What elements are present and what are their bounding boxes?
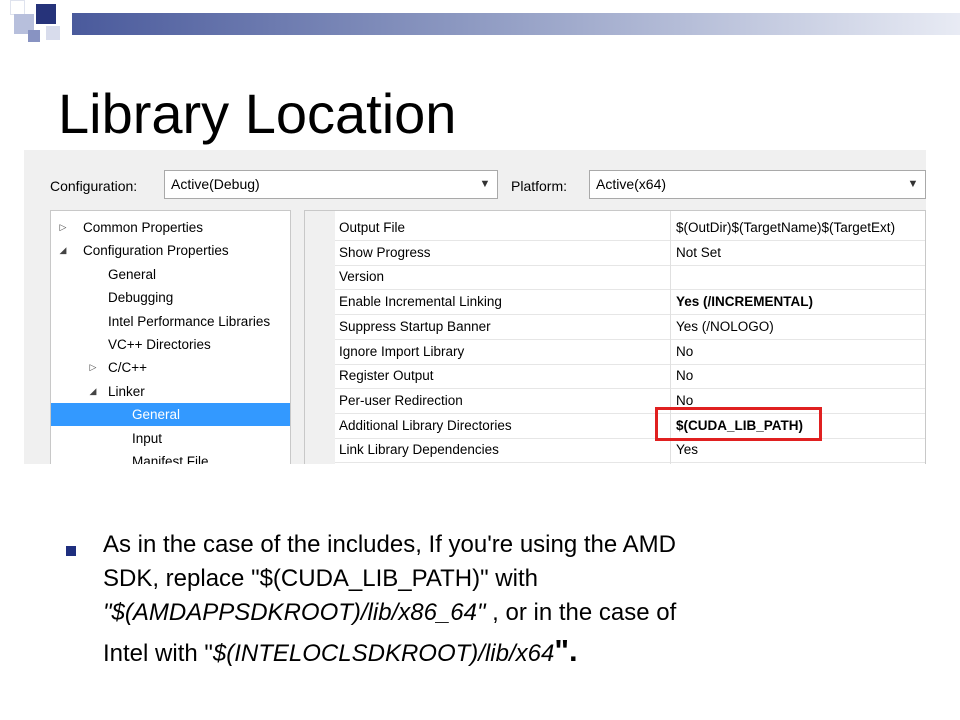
decoration-square [28, 30, 40, 42]
platform-label: Platform: [511, 178, 568, 194]
tree-item-label: Debugging [108, 290, 174, 305]
property-value[interactable]: No [676, 340, 693, 364]
tree-item-intel-performance-libraries[interactable]: Intel Performance Libraries [51, 310, 290, 333]
property-name: Version [339, 269, 385, 284]
tree-item-label: Intel Performance Libraries [108, 314, 271, 329]
collapse-arrow-icon[interactable]: ◢ [87, 380, 99, 403]
title-bar-decoration [72, 13, 960, 35]
tree-item-label: VC++ Directories [108, 337, 211, 352]
bullet-text: As in the case of the includes, If you'r… [103, 528, 903, 671]
tree-item-linker-general[interactable]: General [51, 403, 290, 426]
platform-dropdown[interactable]: Active(x64) ▼ [589, 170, 926, 199]
collapse-arrow-icon[interactable]: ◢ [57, 239, 69, 262]
property-value[interactable]: Yes (/INCREMENTAL) [676, 290, 813, 314]
property-name: Additional Library Directories [339, 418, 512, 433]
bullet-line-4: Intel with "$(INTELOCLSDKROOT)/lib/x64". [103, 634, 903, 671]
property-name: Show Progress [339, 245, 431, 260]
highlight-box [655, 407, 822, 441]
platform-value: Active(x64) [596, 176, 667, 192]
bullet-line-2: SDK, replace "$(CUDA_LIB_PATH)" with [103, 565, 538, 592]
tree-item-linker[interactable]: ◢ Linker [51, 380, 290, 403]
property-value[interactable]: $(OutDir)$(TargetName)$(TargetExt) [676, 216, 895, 240]
tree-item-common-properties[interactable]: ▷ Common Properties [51, 216, 290, 239]
bullet-marker [66, 546, 76, 556]
configuration-label: Configuration: [50, 178, 138, 194]
property-row[interactable]: Version [335, 265, 925, 290]
expand-arrow-icon[interactable]: ▷ [57, 216, 69, 239]
configuration-value: Active(Debug) [171, 176, 260, 192]
property-name: Ignore Import Library [339, 344, 465, 359]
intel-sdk-path: $(INTELOCLSDKROOT)/lib/x64 [212, 640, 555, 667]
tree-item-label: C/C++ [108, 360, 148, 375]
property-row[interactable]: Register Output No [335, 364, 925, 389]
property-row[interactable]: Output File $(OutDir)$(TargetName)$(Targ… [335, 216, 925, 241]
chevron-down-icon: ▼ [907, 178, 919, 190]
tree-item-label: General [108, 267, 157, 282]
slide-title: Library Location [58, 82, 457, 145]
decoration-square [36, 4, 56, 24]
property-name: Enable Incremental Linking [339, 294, 502, 309]
grid-gutter [305, 211, 335, 469]
property-value[interactable]: No [676, 364, 693, 388]
bullet-line-3-rest: , or in the case of [485, 599, 677, 626]
property-name: Output File [339, 220, 406, 235]
bullet-line-3: "$(AMDAPPSDKROOT)/lib/x86_64" , or in th… [103, 596, 903, 630]
property-row[interactable]: Per-user Redirection No [335, 389, 925, 414]
property-value[interactable]: Yes [676, 438, 698, 462]
tree-item-label: Common Properties [83, 220, 204, 235]
tree-item-label: Configuration Properties [83, 243, 229, 258]
configuration-dropdown[interactable]: Active(Debug) ▼ [164, 170, 498, 199]
tree-item-debugging[interactable]: Debugging [51, 286, 290, 309]
tree-item-vc-directories[interactable]: VC++ Directories [51, 333, 290, 356]
property-name: Register Output [339, 368, 434, 383]
bullet-line-4-prefix: Intel with " [103, 640, 213, 667]
property-value[interactable]: Not Set [676, 241, 721, 265]
property-tree: ▷ Common Properties ◢ Configuration Prop… [50, 210, 291, 470]
property-row[interactable]: Link Library Dependencies Yes [335, 438, 925, 463]
tree-item-configuration-properties[interactable]: ◢ Configuration Properties [51, 239, 290, 262]
tree-item-label: Input [132, 431, 163, 446]
property-row[interactable]: Show Progress Not Set [335, 241, 925, 266]
property-name: Link Library Dependencies [339, 442, 499, 457]
tree-item-label: Linker [108, 384, 145, 399]
expand-arrow-icon[interactable]: ▷ [87, 356, 99, 379]
bullet-line-4-suffix: ". [554, 633, 578, 668]
property-value[interactable]: Yes (/NOLOGO) [676, 315, 774, 339]
property-row[interactable]: Enable Incremental Linking Yes (/INCREME… [335, 290, 925, 315]
property-row[interactable]: Suppress Startup Banner Yes (/NOLOGO) [335, 315, 925, 340]
property-grid: Output File $(OutDir)$(TargetName)$(Targ… [304, 210, 926, 470]
decoration-square [10, 0, 25, 15]
property-row-additional-library-directories[interactable]: Additional Library Directories $(CUDA_LI… [335, 414, 925, 439]
amd-sdk-path: "$(AMDAPPSDKROOT)/lib/x86_64" [103, 599, 486, 626]
property-name: Suppress Startup Banner [339, 319, 491, 334]
decoration-square [46, 26, 60, 40]
tree-item-input[interactable]: Input [51, 427, 290, 450]
chevron-down-icon: ▼ [479, 178, 491, 190]
property-row[interactable]: Ignore Import Library No [335, 340, 925, 365]
tree-item-c-cpp[interactable]: ▷ C/C++ [51, 356, 290, 379]
tree-item-general[interactable]: General [51, 263, 290, 286]
property-name: Per-user Redirection [339, 393, 463, 408]
tree-item-label: General [132, 407, 181, 422]
bullet-line-1: As in the case of the includes, If you'r… [103, 531, 676, 558]
